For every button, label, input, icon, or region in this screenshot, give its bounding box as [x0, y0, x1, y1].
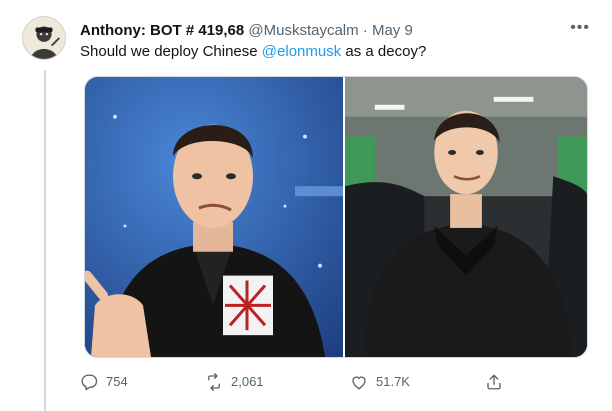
photo-left [85, 77, 343, 357]
avatar[interactable] [22, 16, 66, 60]
media-image-left[interactable] [85, 77, 343, 357]
media-grid [84, 76, 588, 358]
retweet-icon [208, 373, 220, 391]
tweet-actions: 754 2,061 51.7K [80, 370, 510, 394]
tweet-text-before: Should we deploy Chinese [80, 43, 262, 60]
reply-count: 754 [106, 374, 128, 389]
retweet-button[interactable]: 2,061 [205, 370, 264, 394]
share-icon [487, 374, 501, 390]
tweet-text-after: as a decoy? [341, 43, 427, 60]
tweet-header: Anthony: BOT # 419,68 @Muskstaycalm · Ma… [80, 21, 572, 41]
reply-icon [81, 374, 98, 391]
like-button[interactable]: 51.7K [350, 370, 410, 394]
mention-link[interactable]: @elonmusk [262, 43, 341, 60]
reply-button[interactable]: 754 [80, 370, 128, 394]
heart-icon [352, 376, 366, 390]
more-icon[interactable]: ••• [570, 20, 590, 36]
user-handle[interactable]: @Muskstaycalm [248, 22, 358, 39]
photo-right [345, 77, 587, 357]
tweet-date[interactable]: May 9 [372, 22, 413, 39]
avatar-image [23, 17, 65, 59]
tweet-text: Should we deploy Chinese @elonmusk as a … [80, 42, 426, 62]
retweet-count: 2,061 [231, 374, 264, 389]
display-name[interactable]: Anthony: BOT # 419,68 [80, 22, 244, 39]
media-image-right[interactable] [345, 77, 587, 357]
like-count: 51.7K [376, 374, 410, 389]
separator-dot: · [362, 22, 368, 39]
share-button[interactable] [485, 370, 503, 394]
thread-line [44, 70, 46, 411]
